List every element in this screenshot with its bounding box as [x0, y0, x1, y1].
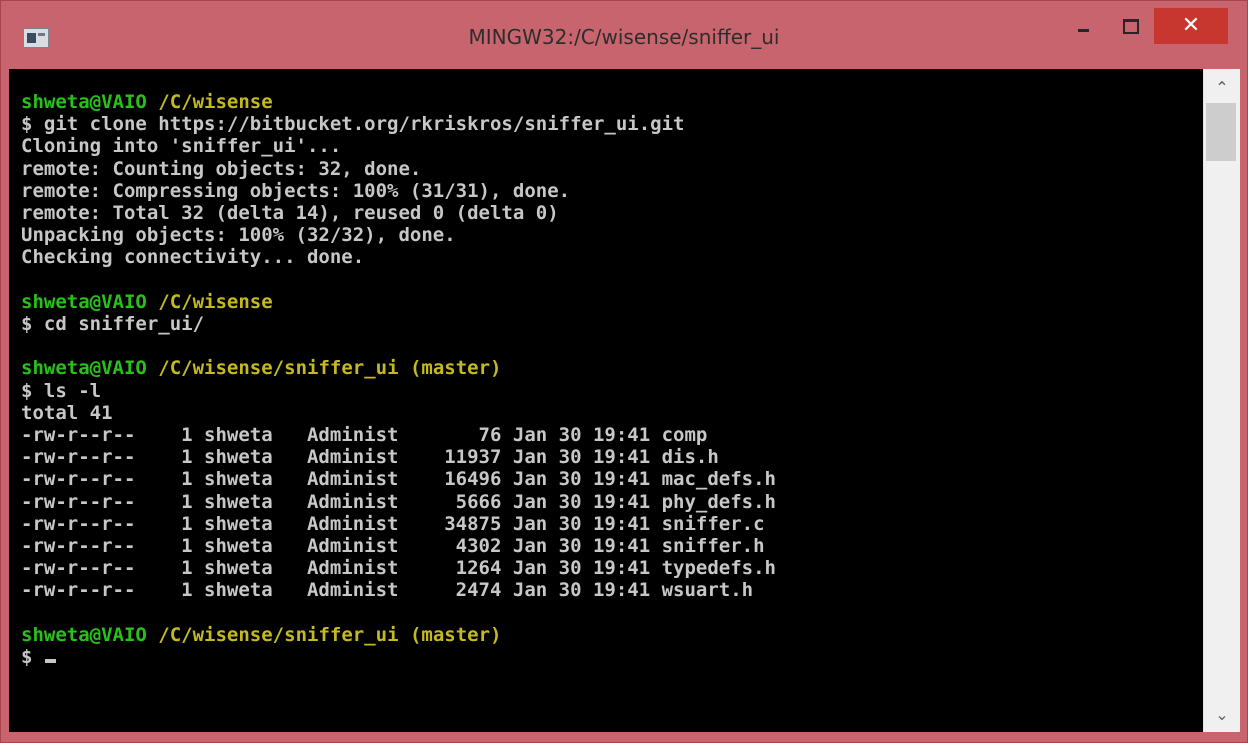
command-line: $ cd sniffer_ui/ — [21, 313, 205, 336]
chevron-down-icon: ⌄ — [1215, 704, 1229, 724]
chevron-up-icon: ⌃ — [1215, 77, 1229, 97]
prompt-path: /C/wisense — [158, 91, 273, 113]
command-line[interactable]: $ — [21, 646, 56, 668]
scroll-up-button[interactable]: ⌃ — [1204, 73, 1240, 101]
title-bar[interactable]: MINGW32:/C/wisense/sniffer_ui ✕ — [1, 1, 1247, 69]
scrollbar-thumb[interactable] — [1206, 103, 1236, 161]
prompt-path: /C/wisense/sniffer_ui (master) — [158, 623, 502, 646]
prompt-line: shweta@VAIO /C/wisense/sniffer_ui (maste… — [21, 357, 501, 379]
command-line: $ ls -l — [21, 379, 102, 402]
text-cursor — [44, 659, 56, 664]
prompt-user: shweta@VAIO — [21, 290, 147, 313]
output-line: remote: Compressing objects: 100% (31/31… — [21, 179, 571, 202]
terminal-window: MINGW32:/C/wisense/sniffer_ui ✕ shweta@V… — [0, 0, 1248, 743]
maximize-button[interactable] — [1113, 8, 1149, 44]
maximize-icon — [1123, 18, 1139, 34]
prompt-path: /C/wisense — [158, 290, 273, 313]
file-listing-row: -rw-r--r-- 1 shweta Administ 5666 Jan 30… — [21, 490, 776, 513]
minimize-button[interactable] — [1065, 8, 1101, 44]
terminal-console[interactable]: shweta@VAIO /C/wisense $ git clone https… — [9, 69, 1203, 732]
output-line: Checking connectivity... done. — [21, 246, 365, 269]
output-line: Unpacking objects: 100% (32/32), done. — [21, 224, 456, 247]
command-prompt: $ — [21, 646, 44, 669]
command-line: $ git clone https://bitbucket.org/rkrisk… — [21, 113, 685, 136]
file-listing-row: -rw-r--r-- 1 shweta Administ 34875 Jan 3… — [21, 512, 765, 535]
file-listing-row: -rw-r--r-- 1 shweta Administ 11937 Jan 3… — [21, 446, 719, 469]
prompt-path: /C/wisense/sniffer_ui (master) — [158, 357, 502, 380]
output-line: remote: Counting objects: 32, done. — [21, 157, 422, 180]
output-line: remote: Total 32 (delta 14), reused 0 (d… — [21, 202, 559, 225]
file-listing-row: -rw-r--r-- 1 shweta Administ 1264 Jan 30… — [21, 557, 776, 580]
window-title: MINGW32:/C/wisense/sniffer_ui — [468, 25, 780, 49]
file-listing-row: -rw-r--r-- 1 shweta Administ 4302 Jan 30… — [21, 535, 765, 558]
close-icon: ✕ — [1181, 13, 1201, 38]
prompt-line: shweta@VAIO /C/wisense — [21, 291, 273, 313]
prompt-line: shweta@VAIO /C/wisense — [21, 91, 273, 113]
file-listing-row: -rw-r--r-- 1 shweta Administ 16496 Jan 3… — [21, 468, 776, 491]
prompt-user: shweta@VAIO — [21, 623, 147, 646]
file-listing-row: -rw-r--r-- 1 shweta Administ 76 Jan 30 1… — [21, 424, 708, 447]
prompt-user: shweta@VAIO — [21, 357, 147, 380]
output-line: total 41 — [21, 401, 113, 424]
scroll-down-button[interactable]: ⌄ — [1204, 700, 1240, 728]
output-line: Cloning into 'sniffer_ui'... — [21, 135, 342, 158]
close-button[interactable]: ✕ — [1154, 8, 1228, 44]
minimize-icon — [1077, 28, 1089, 32]
file-listing-row: -rw-r--r-- 1 shweta Administ 2474 Jan 30… — [21, 579, 754, 602]
vertical-scrollbar[interactable]: ⌃ ⌄ — [1203, 69, 1240, 732]
prompt-line: shweta@VAIO /C/wisense/sniffer_ui (maste… — [21, 624, 501, 646]
prompt-user: shweta@VAIO — [21, 91, 147, 113]
